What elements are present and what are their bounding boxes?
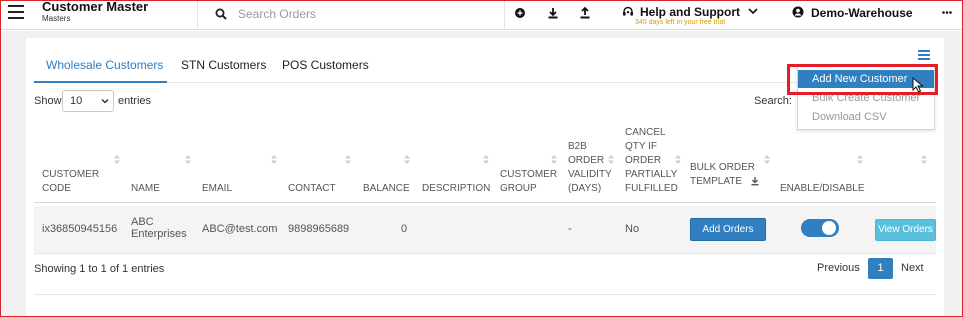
upload-icon[interactable] <box>578 6 592 20</box>
more-horizontal-icon[interactable] <box>942 11 952 14</box>
sort-icon[interactable] <box>675 155 681 164</box>
help-label: Help and Support <box>640 5 740 19</box>
header-enable-disable[interactable]: ENABLE/DISABLE <box>780 182 864 196</box>
entries-label: entries <box>118 95 152 107</box>
sort-icon[interactable] <box>271 155 277 164</box>
sort-icon[interactable] <box>608 155 614 164</box>
header-customer-code[interactable]: CUSTOMER CODE <box>42 168 99 196</box>
sort-icon[interactable] <box>764 155 770 164</box>
header-description[interactable]: DESCRIPTION <box>422 182 490 196</box>
list-menu-icon[interactable] <box>918 50 930 60</box>
tab-pos-customers[interactable]: POS Customers <box>282 58 369 72</box>
trial-note: 340 days left in your free trial <box>635 19 725 26</box>
cell-contact: 9898965689 <box>288 223 350 235</box>
show-label: Show <box>34 95 62 107</box>
pagination-next[interactable]: Next <box>901 262 924 274</box>
template-download-icon[interactable] <box>750 176 760 186</box>
sort-icon[interactable] <box>551 155 557 164</box>
global-search <box>197 0 505 30</box>
header-balance[interactable]: BALANCE <box>363 182 410 196</box>
tab-wholesale-customers[interactable]: Wholesale Customers <box>46 58 163 72</box>
menu-item-download-csv[interactable]: Download CSV <box>798 108 934 126</box>
download-icon[interactable] <box>546 6 560 20</box>
sort-icon[interactable] <box>114 155 120 164</box>
add-orders-button[interactable]: Add Orders <box>690 218 766 241</box>
page-title: Customer Master <box>42 0 149 14</box>
toggle-knob <box>822 221 836 235</box>
help-and-support[interactable]: Help and Support 340 days left in your f… <box>622 4 772 28</box>
add-circle-icon[interactable] <box>513 6 527 20</box>
chevron-down-icon <box>101 99 109 104</box>
top-navbar: Customer Master Masters Help and Support… <box>0 0 963 30</box>
search-icon[interactable] <box>215 8 227 20</box>
header-b2b-order-validity[interactable]: B2B ORDER VALIDITY (DAYS) <box>568 140 612 196</box>
header-email[interactable]: EMAIL <box>202 182 232 196</box>
chevron-down-icon[interactable] <box>748 7 758 15</box>
sort-icon[interactable] <box>921 155 927 164</box>
cell-name: ABC Enterprises <box>131 216 187 240</box>
sort-icon[interactable] <box>185 155 191 164</box>
user-name: Demo-Warehouse <box>811 6 913 20</box>
header-cancel-qty[interactable]: CANCEL QTY IF ORDER PARTIALLY FULFILLED <box>625 126 678 196</box>
cell-customer-code: ix36850945156 <box>42 223 118 235</box>
sort-icon[interactable] <box>345 155 351 164</box>
table-header-divider <box>34 202 936 203</box>
header-bulk-order-template[interactable]: BULK ORDER TEMPLATE <box>690 161 755 189</box>
header-customer-group[interactable]: CUSTOMER GROUP <box>500 168 557 196</box>
pagination-page-1[interactable]: 1 <box>868 258 893 279</box>
mouse-pointer-icon <box>912 77 924 93</box>
cell-cancel-qty: No <box>625 223 640 235</box>
actions-dropdown-menu: Add New Customer Bulk Create Customer Do… <box>797 65 935 130</box>
cell-b2b-validity: - <box>568 223 572 235</box>
showing-entries-text: Showing 1 to 1 of 1 entries <box>34 263 165 275</box>
sort-icon[interactable] <box>483 155 489 164</box>
sort-icon[interactable] <box>857 155 863 164</box>
page-size-select[interactable]: 10 <box>62 90 114 112</box>
view-orders-button[interactable]: View Orders <box>875 219 936 241</box>
page-size-value: 10 <box>70 95 83 107</box>
headset-icon <box>623 6 633 16</box>
hamburger-menu-icon[interactable] <box>8 5 24 19</box>
pagination-previous[interactable]: Previous <box>817 262 860 274</box>
row-divider <box>34 253 936 254</box>
table-search-label: Search: <box>754 95 792 107</box>
header-name[interactable]: NAME <box>131 182 160 196</box>
search-input[interactable] <box>238 5 488 23</box>
cell-email: ABC@test.com <box>202 223 278 235</box>
page-title-block: Customer Master Masters <box>42 0 148 25</box>
header-contact[interactable]: CONTACT <box>288 182 336 196</box>
user-avatar-icon <box>792 6 804 18</box>
sort-icon[interactable] <box>404 155 410 164</box>
tab-stn-customers[interactable]: STN Customers <box>181 58 266 72</box>
active-tab-indicator <box>34 81 167 83</box>
page-subtitle: Masters <box>42 14 71 23</box>
enable-toggle[interactable] <box>801 219 839 237</box>
cell-balance: 0 <box>401 223 408 235</box>
card-bottom-divider <box>34 294 936 295</box>
